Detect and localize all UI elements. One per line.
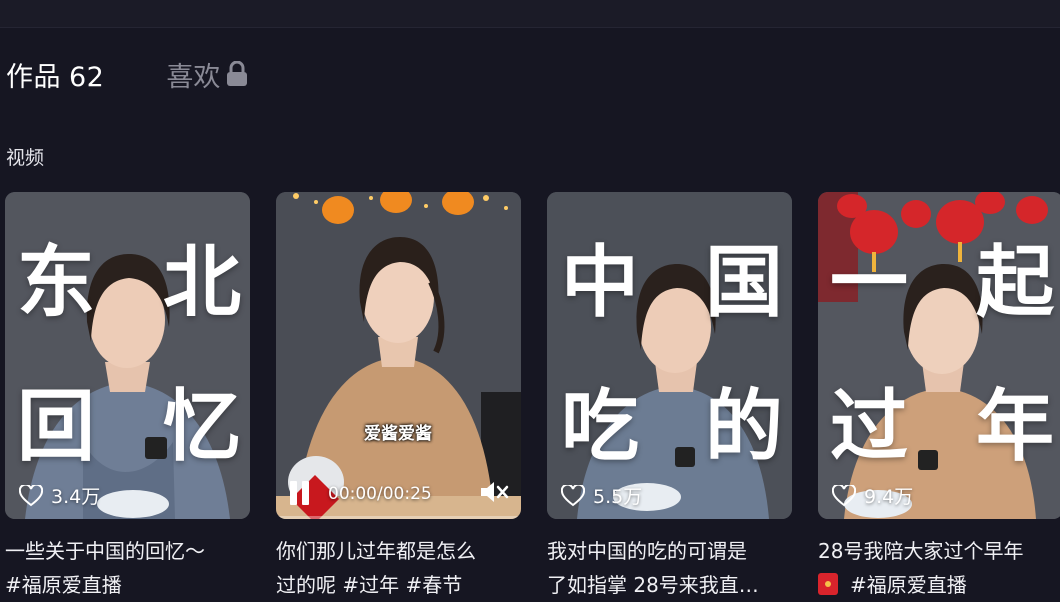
playback-time: 00:00/00:25 bbox=[328, 484, 432, 504]
overlay-title-char: 国 bbox=[705, 237, 784, 328]
overlay-title-char: 吃 bbox=[561, 381, 640, 472]
overlay-title-char: 东 bbox=[17, 237, 96, 328]
tab-likes[interactable]: 喜欢 bbox=[166, 55, 248, 94]
caption-line: 你们那儿过年都是怎么 bbox=[276, 539, 476, 563]
tab-works-count: 62 bbox=[69, 61, 105, 93]
top-bar bbox=[0, 0, 1060, 28]
caption-line: #福原爱直播 bbox=[818, 568, 1060, 602]
heart-icon bbox=[19, 484, 43, 506]
tab-likes-label: 喜欢 bbox=[166, 61, 221, 93]
caption-line: 了如指掌 28号来我直… bbox=[547, 573, 759, 597]
like-count: 5.5万 bbox=[561, 482, 642, 509]
video-card[interactable]: 一 起 过 年 9.4万 28号我陪大家过个早年 #福原爱直播 bbox=[818, 192, 1060, 597]
tab-works[interactable]: 作品 62 bbox=[6, 55, 104, 94]
video-scene bbox=[276, 192, 521, 519]
overlay-title-char: 回 bbox=[17, 381, 96, 472]
heart-icon bbox=[561, 484, 585, 506]
section-title: 视频 bbox=[6, 147, 45, 169]
overlay-title-char: 过 bbox=[830, 381, 909, 472]
like-count-value: 9.4万 bbox=[864, 486, 914, 508]
overlay-title-char: 中 bbox=[561, 237, 640, 328]
video-caption[interactable]: 28号我陪大家过个早年 #福原爱直播 bbox=[818, 534, 1060, 602]
video-grid: 东 北 回 忆 3.4万 一些关于中国的回忆～ #福原爱直播 爱酱爱酱 00:0… bbox=[0, 192, 1060, 597]
profile-tabs: 作品 62 喜欢 bbox=[6, 55, 248, 94]
video-caption[interactable]: 一些关于中国的回忆～ #福原爱直播 bbox=[5, 534, 255, 602]
caption-hashtag: #福原爱直播 bbox=[850, 573, 967, 597]
video-thumbnail[interactable]: 一 起 过 年 9.4万 bbox=[818, 192, 1060, 519]
overlay-title-char: 忆 bbox=[163, 381, 242, 472]
overlay-title-char: 一 bbox=[830, 237, 909, 328]
progress-bar[interactable] bbox=[276, 516, 521, 519]
video-card[interactable]: 中 国 吃 的 5.5万 我对中国的吃的可谓是 了如指掌 28号来我直… bbox=[547, 192, 792, 597]
caption-line: #福原爱直播 bbox=[5, 573, 122, 597]
progress-fill bbox=[276, 516, 279, 519]
like-count-value: 5.5万 bbox=[593, 486, 643, 508]
caption-line: 一些关于中国的回忆～ bbox=[5, 539, 205, 563]
like-count-value: 3.4万 bbox=[51, 486, 101, 508]
like-count: 9.4万 bbox=[832, 482, 913, 509]
video-caption[interactable]: 你们那儿过年都是怎么 过的呢 #过年 #春节 bbox=[276, 534, 526, 602]
lock-icon bbox=[226, 60, 248, 87]
video-card-playing[interactable]: 爱酱爱酱 00:00/00:25 你们那儿过年都是怎么 过的呢 #过年 #春节 bbox=[276, 192, 521, 597]
pause-icon[interactable] bbox=[288, 481, 310, 505]
overlay-title-char: 年 bbox=[976, 381, 1055, 472]
video-card[interactable]: 东 北 回 忆 3.4万 一些关于中国的回忆～ #福原爱直播 bbox=[5, 192, 250, 597]
player-controls: 00:00/00:25 bbox=[276, 471, 521, 519]
tab-works-label: 作品 bbox=[6, 61, 61, 93]
heart-icon bbox=[832, 484, 856, 506]
overlay-title-char: 起 bbox=[976, 237, 1055, 328]
red-envelope-icon bbox=[818, 573, 838, 595]
overlay-title-char: 北 bbox=[163, 237, 242, 328]
video-thumbnail[interactable]: 东 北 回 忆 3.4万 bbox=[5, 192, 250, 519]
video-caption[interactable]: 我对中国的吃的可谓是 了如指掌 28号来我直… bbox=[547, 534, 797, 602]
mute-icon[interactable] bbox=[479, 479, 509, 505]
caption-line: 28号我陪大家过个早年 bbox=[818, 539, 1024, 563]
video-thumbnail[interactable]: 中 国 吃 的 5.5万 bbox=[547, 192, 792, 519]
video-subtitle: 爱酱爱酱 bbox=[364, 424, 432, 444]
caption-line: 我对中国的吃的可谓是 bbox=[547, 539, 747, 563]
video-player[interactable]: 爱酱爱酱 00:00/00:25 bbox=[276, 192, 521, 519]
caption-line: 过的呢 #过年 #春节 bbox=[276, 573, 463, 597]
overlay-title-char: 的 bbox=[705, 381, 784, 472]
like-count: 3.4万 bbox=[19, 482, 100, 509]
